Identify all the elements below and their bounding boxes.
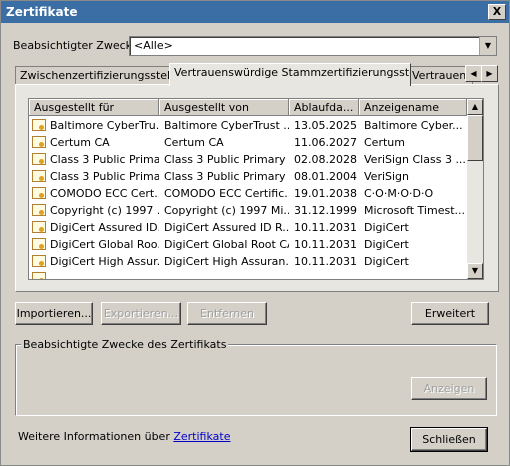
certificate-list[interactable]: Ausgestellt für Ausgestellt von Ablaufda… [28,98,484,280]
cell-issued-by: DigiCert Assured ID R... [164,221,289,234]
certificate-icon [32,153,46,165]
cell-issued-to: Baltimore CyberTru... [50,119,159,132]
cell-expiry: 02.08.2028 [294,153,357,166]
tab-intermediate[interactable]: Zwischenzertifizierungsstellen [15,66,173,85]
cell-expiry: 08.01.2004 [294,170,357,183]
footer-info-text: Weitere Informationen über [18,430,170,443]
cell-friendly-name: Baltimore Cyber... [364,119,463,132]
tab-panel: Ausgestellt für Ausgestellt von Ablaufda… [15,84,499,292]
cell-issued-by: Class 3 Public Primary ... [164,153,289,166]
cell-issued-to: DigiCert Global Roo... [50,238,159,251]
certificate-icon [32,255,46,267]
cell-friendly-name: VeriSign Class 3 ... [364,153,466,166]
cell-expiry: 10.11.2031 [294,221,357,234]
table-row[interactable]: Baltimore CyberTru... Baltimore CyberTru… [29,117,467,134]
certificate-icon [32,187,46,199]
table-row[interactable]: Class 3 Public Prima... Class 3 Public P… [29,168,467,185]
certificates-dialog: Zertifikate X Beabsichtigter Zweck: <All… [0,0,510,466]
cell-expiry: 19.01.2038 [294,187,357,200]
cell-friendly-name: VeriSign [364,170,410,183]
certificate-icon [32,272,46,279]
import-button[interactable]: Importieren... [15,302,93,325]
certificate-icon [32,204,46,216]
certificate-icon [32,238,46,250]
purpose-dropdown[interactable]: <Alle> ▼ [129,36,497,56]
column-header-issued-by[interactable]: Ausgestellt von [159,99,289,116]
tab-scroll-left-icon[interactable]: ◀ [465,65,482,82]
cell-expiry: 11.06.2027 [294,136,357,149]
cell-issued-by: Baltimore CyberTrust ... [164,119,289,132]
table-row[interactable]: Copyright (c) 1997 ... Copyright (c) 199… [29,202,467,219]
table-row[interactable] [29,270,467,279]
purposes-group-label: Beabsichtigte Zwecke des Zertifikats [21,338,229,351]
tab-scroll-right-icon[interactable]: ▶ [481,65,498,82]
tab-trusted-root[interactable]: Vertrauenswürdige Stammzertifizierungsst… [169,63,411,86]
scroll-up-icon[interactable]: ▲ [467,99,483,115]
close-icon[interactable]: X [488,4,506,20]
remove-button[interactable]: Entfernen [187,302,267,325]
cell-expiry: 13.05.2025 [294,119,357,132]
table-row[interactable]: Certum CA Certum CA 11.06.2027 Certum [29,134,467,151]
purpose-value: <Alle> [134,39,173,52]
advanced-button[interactable]: Erweitert [411,302,489,325]
cell-issued-to: DigiCert High Assur... [50,255,159,268]
column-header-expiry[interactable]: Ablaufda... [289,99,359,116]
scroll-down-icon[interactable]: ▼ [467,263,483,279]
cell-issued-by: Class 3 Public Primary ... [164,170,289,183]
cell-issued-by: Certum CA [164,136,224,149]
tab-bar: Zwischenzertifizierungsstellen Vertrauen… [15,63,498,86]
cell-friendly-name: C·O·M·O·D·O [364,187,434,200]
footer-text: Weitere Informationen über Zertifikate [18,430,230,443]
cell-issued-by: COMODO ECC Certific... [164,187,289,200]
tab-trusted-publishers[interactable]: Vertrauens [407,66,473,85]
column-header-friendly-name[interactable]: Anzeigename [359,99,467,116]
purpose-label: Beabsichtigter Zweck: [13,39,136,52]
certificate-icon [32,119,46,131]
chevron-down-icon[interactable]: ▼ [479,37,496,55]
table-row[interactable]: DigiCert Assured ID... DigiCert Assured … [29,219,467,236]
certificates-link[interactable]: Zertifikate [173,430,230,443]
table-row[interactable]: DigiCert High Assur... DigiCert High Ass… [29,253,467,270]
cell-friendly-name: DigiCert [364,221,409,234]
close-button[interactable]: Schließen [410,427,488,452]
certificate-icon [32,221,46,233]
table-row[interactable]: COMODO ECC Cert... COMODO ECC Certific..… [29,185,467,202]
window-title: Zertifikate [6,5,78,19]
cell-issued-to: Class 3 Public Prima... [50,170,159,183]
table-row[interactable]: DigiCert Global Roo... DigiCert Global R… [29,236,467,253]
cell-issued-to: DigiCert Assured ID... [50,221,159,234]
cell-issued-by: Copyright (c) 1997 Mi... [164,204,289,217]
view-button[interactable]: Anzeigen [411,377,487,400]
cell-friendly-name: DigiCert [364,238,409,251]
cell-friendly-name: Certum [364,136,405,149]
certificate-icon [32,136,46,148]
table-row[interactable]: Class 3 Public Prima... Class 3 Public P… [29,151,467,168]
cell-issued-to: COMODO ECC Cert... [50,187,159,200]
scrollbar-thumb[interactable] [467,115,483,161]
cell-issued-to: Class 3 Public Prima... [50,153,159,166]
cell-expiry: 31.12.1999 [294,204,357,217]
certificate-icon [32,170,46,182]
cell-issued-by: DigiCert Global Root CA [164,238,289,251]
cell-friendly-name: Microsoft Timest... [364,204,466,217]
cell-expiry: 10.11.2031 [294,238,357,251]
column-header-issued-to[interactable]: Ausgestellt für [29,99,159,116]
cell-issued-to: Certum CA [50,136,110,149]
cell-issued-by: DigiCert High Assuran... [164,255,289,268]
export-button[interactable]: Exportieren... [101,302,181,325]
cell-expiry: 10.11.2031 [294,255,357,268]
cell-friendly-name: DigiCert [364,255,409,268]
vertical-scrollbar[interactable]: ▲ ▼ [467,99,483,279]
title-bar[interactable]: Zertifikate X [1,1,509,23]
cell-issued-to: Copyright (c) 1997 ... [50,204,159,217]
